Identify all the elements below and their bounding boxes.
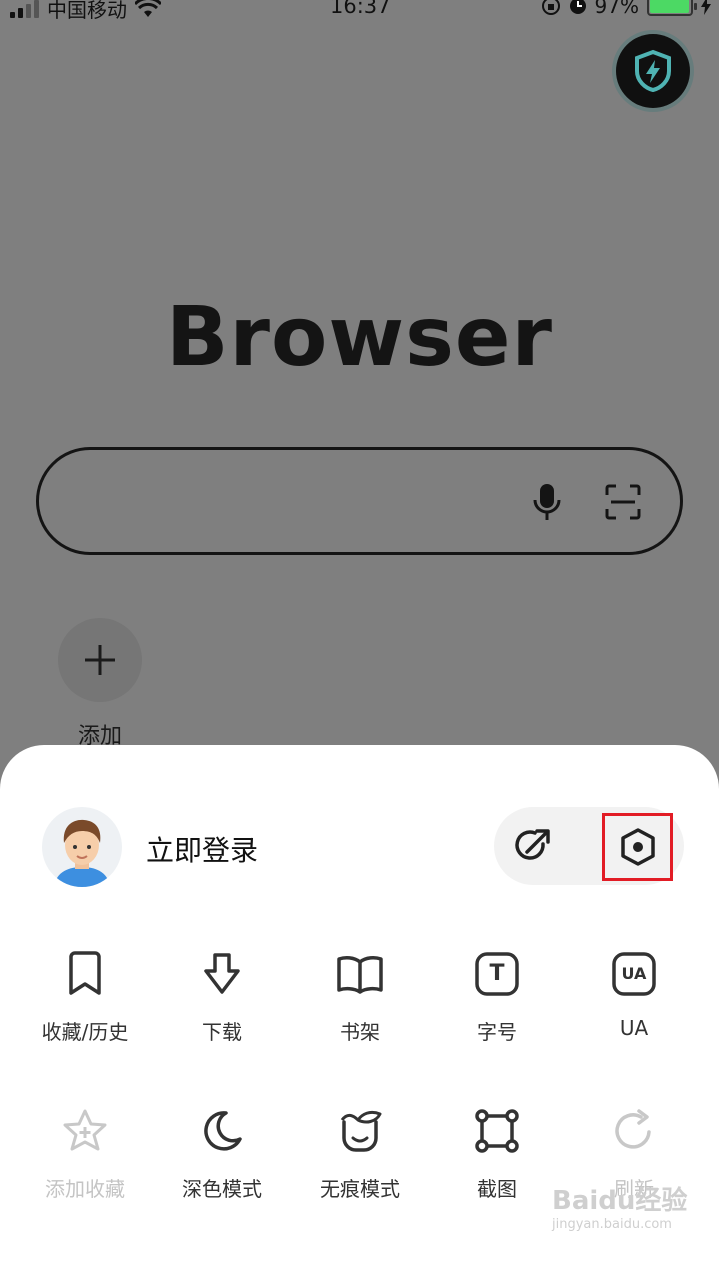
menu-item-incognito[interactable]: 无痕模式 <box>290 1107 430 1202</box>
rotation-lock-icon <box>541 0 560 15</box>
status-bar: 中国移动 16:37 97% <box>0 0 719 22</box>
watermark: Baidu经验 jingyan.baidu.com <box>552 1180 702 1232</box>
moon-icon <box>204 1111 242 1151</box>
bookmark-icon <box>69 951 101 995</box>
battery-percent: 97% <box>594 0 639 18</box>
watermark-logo: Baidu经验 <box>552 1186 688 1216</box>
voice-search-button[interactable] <box>525 480 569 524</box>
settings-hexagon-icon <box>620 828 655 866</box>
alarm-icon <box>569 0 586 14</box>
menu-item-ua[interactable]: UA UA <box>564 950 704 1040</box>
menu-item-dark-mode[interactable]: 深色模式 <box>152 1107 292 1202</box>
menu-item-bookmarks-history[interactable]: 收藏/历史 <box>15 950 155 1045</box>
status-right: 97% <box>541 0 711 18</box>
share-icon <box>515 829 550 860</box>
menu-item-add-favorite[interactable]: 添加收藏 <box>15 1107 155 1202</box>
add-shortcut-button[interactable] <box>58 618 142 702</box>
shield-button[interactable] <box>616 34 690 108</box>
microphone-icon <box>533 484 561 520</box>
battery-icon <box>647 0 697 16</box>
menu-item-download[interactable]: 下载 <box>152 950 292 1045</box>
signal-icon <box>10 0 39 18</box>
menu-item-font-size[interactable]: T 字号 <box>427 950 567 1045</box>
menu-item-bookshelf[interactable]: 书架 <box>290 950 430 1045</box>
search-input[interactable] <box>79 474 519 528</box>
shield-lightning-icon <box>635 49 671 93</box>
incognito-icon <box>340 1110 382 1152</box>
avatar-icon <box>54 819 110 887</box>
search-bar[interactable] <box>36 447 683 555</box>
book-icon <box>337 956 383 994</box>
share-button[interactable] <box>510 823 556 869</box>
wifi-icon <box>135 0 161 17</box>
login-label[interactable]: 立即登录 <box>146 829 258 869</box>
add-shortcut[interactable]: 添加 <box>58 618 142 750</box>
download-icon <box>204 953 240 994</box>
font-size-icon-letter: T <box>489 961 505 986</box>
refresh-icon <box>615 1109 651 1149</box>
watermark-url: jingyan.baidu.com <box>552 1217 672 1232</box>
scan-icon <box>605 484 641 520</box>
avatar[interactable] <box>42 807 122 887</box>
status-left: 中国移动 <box>10 0 161 23</box>
carrier-name: 中国移动 <box>47 0 127 22</box>
browser-logo: Browser <box>166 290 553 385</box>
status-time: 16:37 <box>330 0 391 18</box>
settings-button[interactable] <box>602 813 673 881</box>
screenshot-icon <box>475 1109 519 1153</box>
star-add-icon <box>63 1109 107 1151</box>
plus-icon <box>85 645 115 675</box>
ua-icon-text: UA <box>621 964 647 983</box>
charging-icon <box>701 0 711 15</box>
menu-item-screenshot[interactable]: 截图 <box>427 1107 567 1202</box>
scan-button[interactable] <box>601 480 645 524</box>
